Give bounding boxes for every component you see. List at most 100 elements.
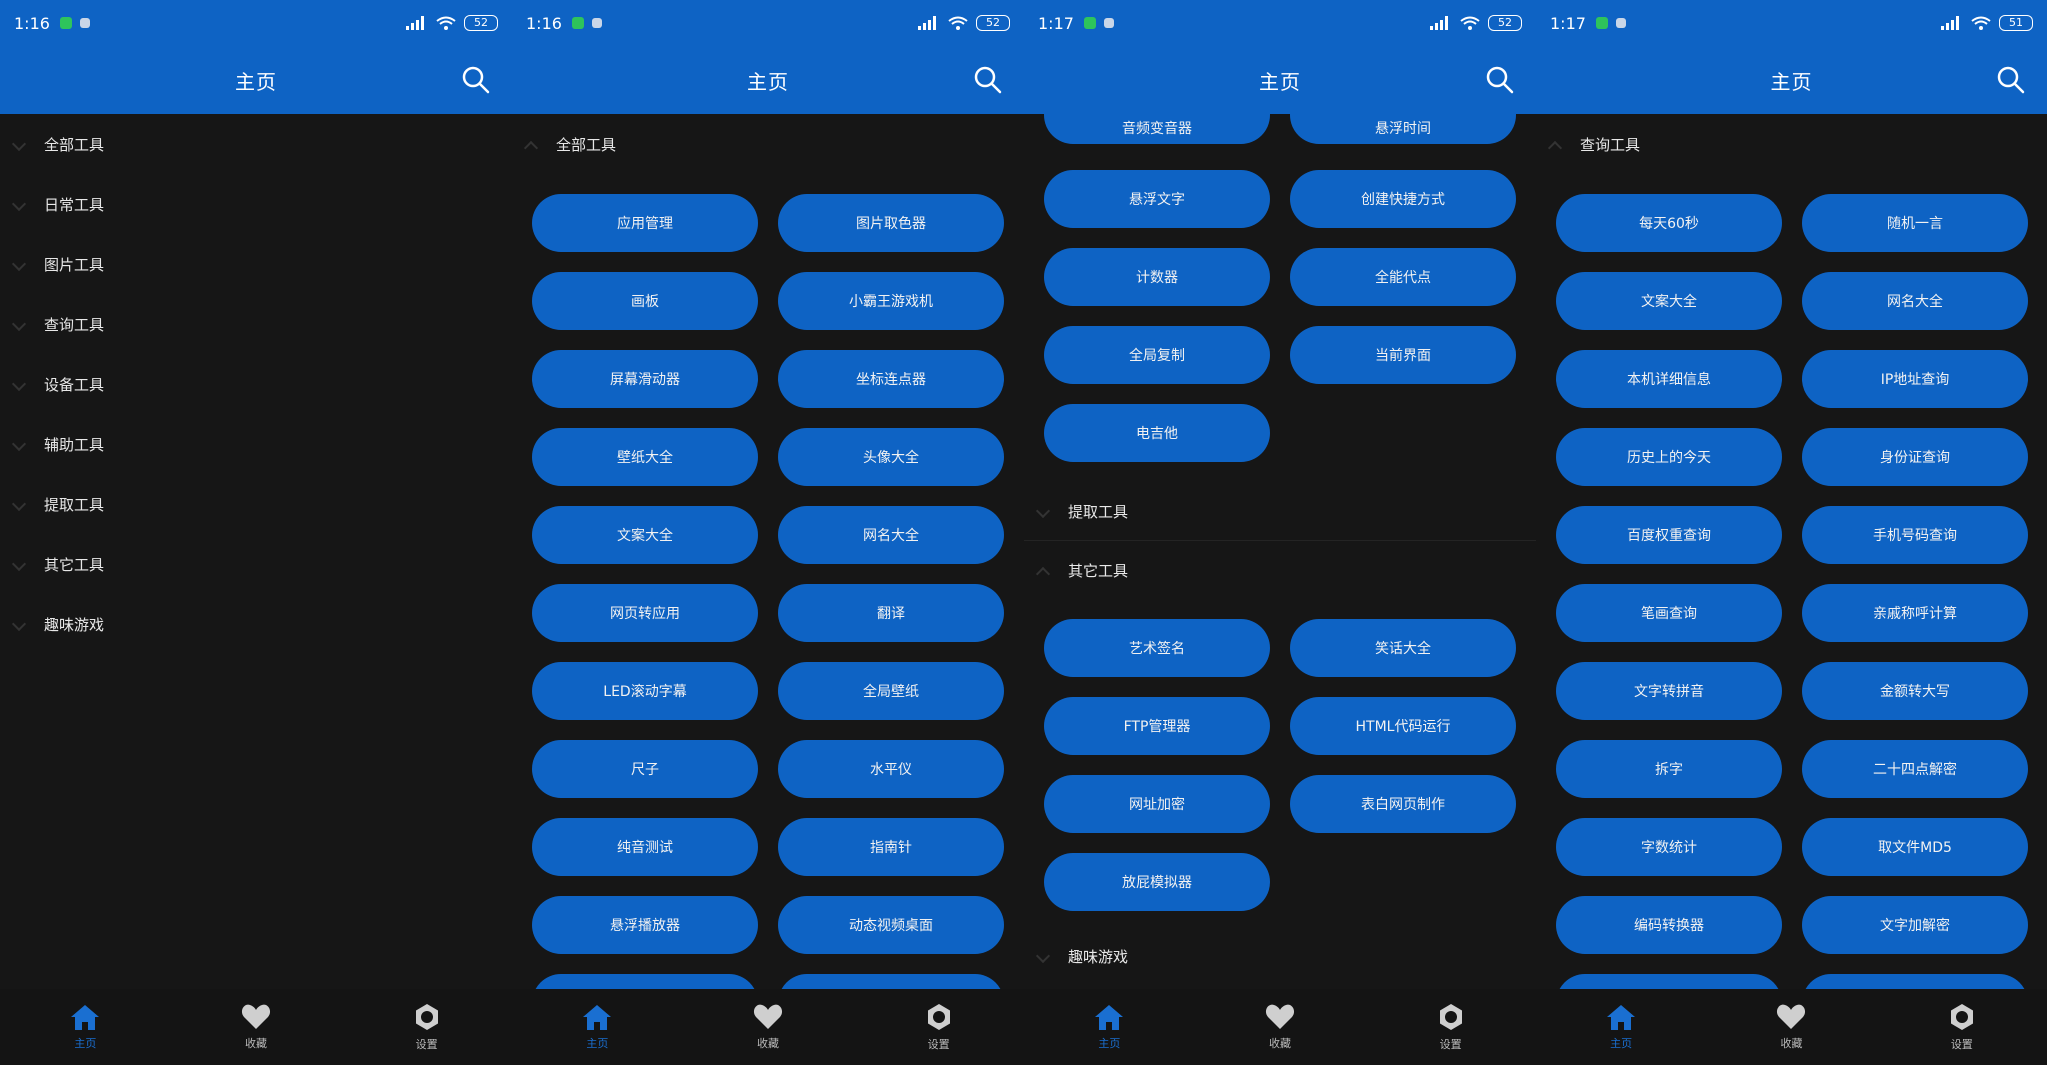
tool-button[interactable]: 文案大全 (532, 506, 758, 564)
tool-button[interactable]: 翻译 (778, 584, 1004, 642)
tool-button[interactable]: 金额转大写 (1802, 662, 2028, 720)
tool-button[interactable]: 全能代点 (1290, 248, 1516, 306)
nav-settings[interactable]: 设置 (889, 1002, 989, 1052)
tool-button[interactable]: 创建快捷方式 (1290, 170, 1516, 228)
tool-button[interactable]: 小霸王游戏机 (778, 272, 1004, 330)
section-header[interactable]: 趣味游戏 (1024, 931, 1536, 981)
tool-button[interactable]: 头像大全 (778, 428, 1004, 486)
tool-button[interactable]: 历史上的今天 (1556, 428, 1782, 486)
tool-button[interactable]: 编码转换器 (1556, 896, 1782, 954)
search-button[interactable] (1993, 62, 2029, 98)
tool-button[interactable]: IP地址查询 (1802, 350, 2028, 408)
category-device[interactable]: 设备工具 (0, 354, 512, 414)
tool-button[interactable]: 计数器 (1044, 248, 1270, 306)
tool-button[interactable]: 网页转应用 (532, 584, 758, 642)
nav-favorites[interactable]: 收藏 (718, 1003, 818, 1051)
signal-icon (1941, 16, 1959, 30)
search-button[interactable] (458, 62, 494, 98)
tool-button[interactable]: 网名大全 (778, 506, 1004, 564)
nav-home[interactable]: 主页 (547, 1003, 647, 1051)
tool-button[interactable]: 百度权重查询 (1556, 506, 1782, 564)
tool-button[interactable]: 文案大全 (1556, 272, 1782, 330)
tool-button[interactable]: 动态视频桌面 (778, 896, 1004, 954)
tool-button[interactable]: 应用管理 (532, 194, 758, 252)
tool-button[interactable]: 笔画查询 (1556, 584, 1782, 642)
tool-button[interactable]: 纯音测试 (532, 818, 758, 876)
tool-button[interactable]: 画板 (532, 272, 758, 330)
tool-button[interactable]: LED滚动字幕 (532, 662, 758, 720)
nav-home[interactable]: 主页 (35, 1003, 135, 1051)
tool-button[interactable]: 文字转拼音 (1556, 662, 1782, 720)
search-button[interactable] (1482, 62, 1518, 98)
tool-button[interactable]: 悬浮播放器 (532, 896, 758, 954)
tool-button[interactable]: 艺术签名 (1044, 619, 1270, 677)
tool-button[interactable]: 文字加解密 (1802, 896, 2028, 954)
category-extract[interactable]: 提取工具 (0, 474, 512, 534)
nav-favorites[interactable]: 收藏 (206, 1003, 306, 1051)
section-header[interactable]: 全部工具 (512, 114, 1024, 174)
tool-button-partial[interactable] (532, 974, 758, 989)
category-query[interactable]: 查询工具 (0, 294, 512, 354)
tool-button[interactable]: 笑话大全 (1290, 619, 1516, 677)
nav-settings[interactable]: 设置 (1401, 1002, 1501, 1052)
category-daily[interactable]: 日常工具 (0, 174, 512, 234)
tool-button[interactable]: 图片取色器 (778, 194, 1004, 252)
tool-button[interactable]: 取文件MD5 (1802, 818, 2028, 876)
section-header[interactable]: 提取工具 (1024, 482, 1536, 540)
nav-settings[interactable]: 设置 (1912, 1002, 2012, 1052)
nav-settings[interactable]: 设置 (377, 1002, 477, 1052)
tool-button[interactable]: 全局壁纸 (778, 662, 1004, 720)
status-time: 1:16 (526, 13, 562, 33)
tool-button[interactable]: 屏幕滑动器 (532, 350, 758, 408)
tool-button[interactable]: 字数统计 (1556, 818, 1782, 876)
tool-button[interactable]: 电吉他 (1044, 404, 1270, 462)
category-image[interactable]: 图片工具 (0, 234, 512, 294)
section-header[interactable]: 查询工具 (1536, 114, 2047, 174)
category-label: 辅助工具 (44, 435, 105, 454)
tool-button[interactable]: 壁纸大全 (532, 428, 758, 486)
tool-button[interactable]: 尺子 (532, 740, 758, 798)
tool-button-partial[interactable] (1556, 974, 1782, 989)
tool-button[interactable]: 悬浮时间 (1290, 114, 1516, 144)
category-label: 其它工具 (44, 555, 105, 574)
nav-home[interactable]: 主页 (1059, 1003, 1159, 1051)
page-title: 主页 (235, 69, 277, 94)
tool-button[interactable]: FTP管理器 (1044, 697, 1270, 755)
tool-button[interactable]: 亲戚称呼计算 (1802, 584, 2028, 642)
tool-button[interactable]: 拆字 (1556, 740, 1782, 798)
tool-button[interactable]: 手机号码查询 (1802, 506, 2028, 564)
tool-button[interactable]: 网名大全 (1802, 272, 2028, 330)
tool-button[interactable]: 身份证查询 (1802, 428, 2028, 486)
tool-button[interactable]: 表白网页制作 (1290, 775, 1516, 833)
category-other[interactable]: 其它工具 (0, 534, 512, 594)
nav-favorites[interactable]: 收藏 (1230, 1003, 1330, 1051)
tool-button[interactable]: 网址加密 (1044, 775, 1270, 833)
heart-icon (1265, 1004, 1295, 1029)
tool-button[interactable]: HTML代码运行 (1290, 697, 1516, 755)
tool-button[interactable]: 水平仪 (778, 740, 1004, 798)
tool-button-partial[interactable] (778, 974, 1004, 989)
category-assist[interactable]: 辅助工具 (0, 414, 512, 474)
tool-button[interactable]: 每天60秒 (1556, 194, 1782, 252)
home-icon (1607, 1005, 1636, 1030)
section-header[interactable]: 其它工具 (1024, 541, 1536, 599)
tool-button[interactable]: 随机一言 (1802, 194, 2028, 252)
tool-button-partial[interactable] (1802, 974, 2028, 989)
search-button[interactable] (970, 62, 1006, 98)
tool-button[interactable]: 当前界面 (1290, 326, 1516, 384)
nav-favorites[interactable]: 收藏 (1741, 1003, 1841, 1051)
category-label: 图片工具 (44, 255, 105, 274)
app-bar: 主页 (1536, 46, 2047, 114)
category-all[interactable]: 全部工具 (0, 114, 512, 174)
nav-home[interactable]: 主页 (1571, 1003, 1671, 1051)
tool-button[interactable]: 放屁模拟器 (1044, 853, 1270, 911)
category-games[interactable]: 趣味游戏 (0, 594, 512, 654)
tool-button[interactable]: 二十四点解密 (1802, 740, 2028, 798)
tool-button[interactable]: 本机详细信息 (1556, 350, 1782, 408)
nav-home-label: 主页 (1098, 1037, 1121, 1050)
tool-button[interactable]: 指南针 (778, 818, 1004, 876)
tool-button[interactable]: 全局复制 (1044, 326, 1270, 384)
tool-button[interactable]: 悬浮文字 (1044, 170, 1270, 228)
tool-button[interactable]: 坐标连点器 (778, 350, 1004, 408)
tool-button[interactable]: 音频变音器 (1044, 114, 1270, 144)
